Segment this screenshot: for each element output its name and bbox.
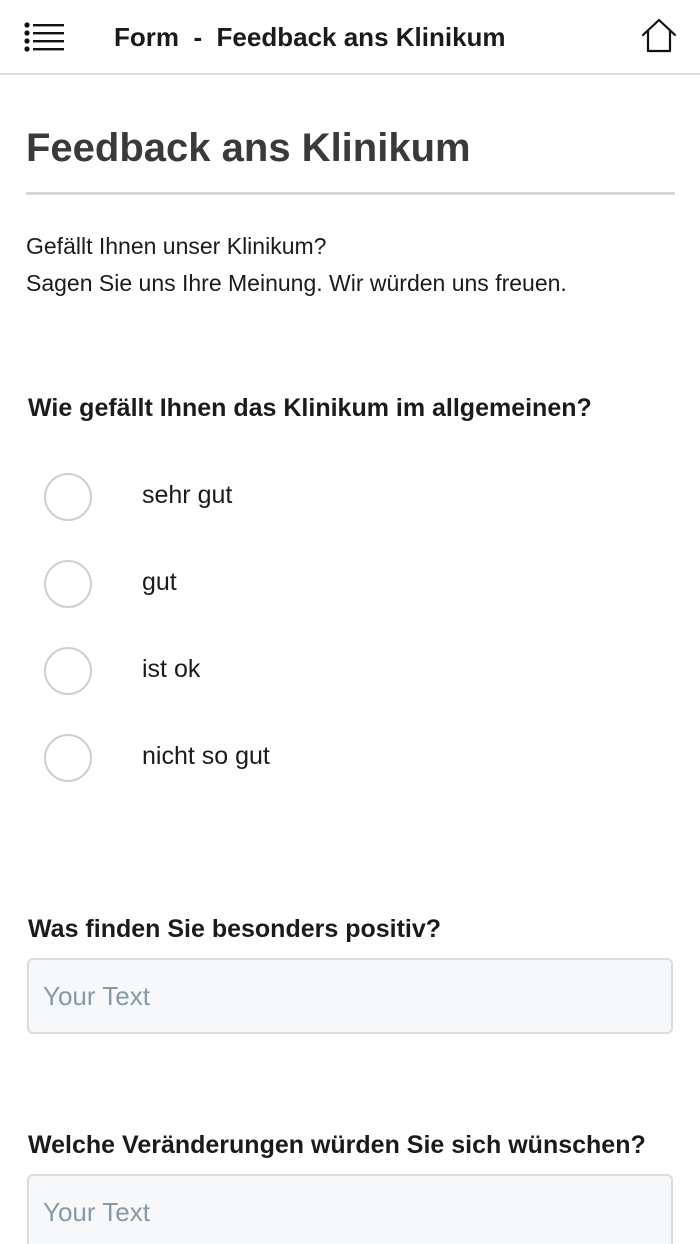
- radio-button[interactable]: [44, 734, 92, 782]
- radio-button[interactable]: [44, 560, 92, 608]
- title-divider: [26, 192, 675, 195]
- topbar-title: Form - Feedback ans Klinikum: [114, 22, 506, 52]
- radio-option-gut[interactable]: gut: [44, 560, 444, 608]
- radio-option-ist-ok[interactable]: ist ok: [44, 647, 444, 695]
- positive-feedback-input[interactable]: [27, 958, 673, 1034]
- intro-line-2: Sagen Sie uns Ihre Meinung. Wir würden u…: [26, 270, 567, 296]
- page: Form - Feedback ans Klinikum Feedback an…: [0, 0, 700, 1244]
- radio-option-label: gut: [142, 568, 177, 596]
- radio-option-label: sehr gut: [142, 481, 233, 509]
- radio-option-label: nicht so gut: [142, 742, 270, 770]
- intro-text: Gefällt Ihnen unser Klinikum? Sagen Sie …: [26, 228, 567, 302]
- menu-list-icon[interactable]: [22, 20, 66, 54]
- intro-line-1: Gefällt Ihnen unser Klinikum?: [26, 233, 327, 259]
- radio-button[interactable]: [44, 473, 92, 521]
- radio-option-sehr-gut[interactable]: sehr gut: [44, 473, 444, 521]
- changes-feedback-input[interactable]: [27, 1174, 673, 1244]
- page-title: Feedback ans Klinikum: [26, 126, 471, 170]
- question-positive-label: Was finden Sie besonders positiv?: [28, 915, 442, 943]
- question-overall-label: Wie gefällt Ihnen das Klinikum im allgem…: [28, 394, 592, 422]
- radio-option-label: ist ok: [142, 655, 201, 683]
- top-bar: Form - Feedback ans Klinikum: [0, 0, 700, 75]
- radio-option-nicht-so-gut[interactable]: nicht so gut: [44, 734, 444, 782]
- radio-button[interactable]: [44, 647, 92, 695]
- question-changes-label: Welche Veränderungen würden Sie sich wün…: [28, 1131, 646, 1159]
- home-icon[interactable]: [640, 17, 678, 55]
